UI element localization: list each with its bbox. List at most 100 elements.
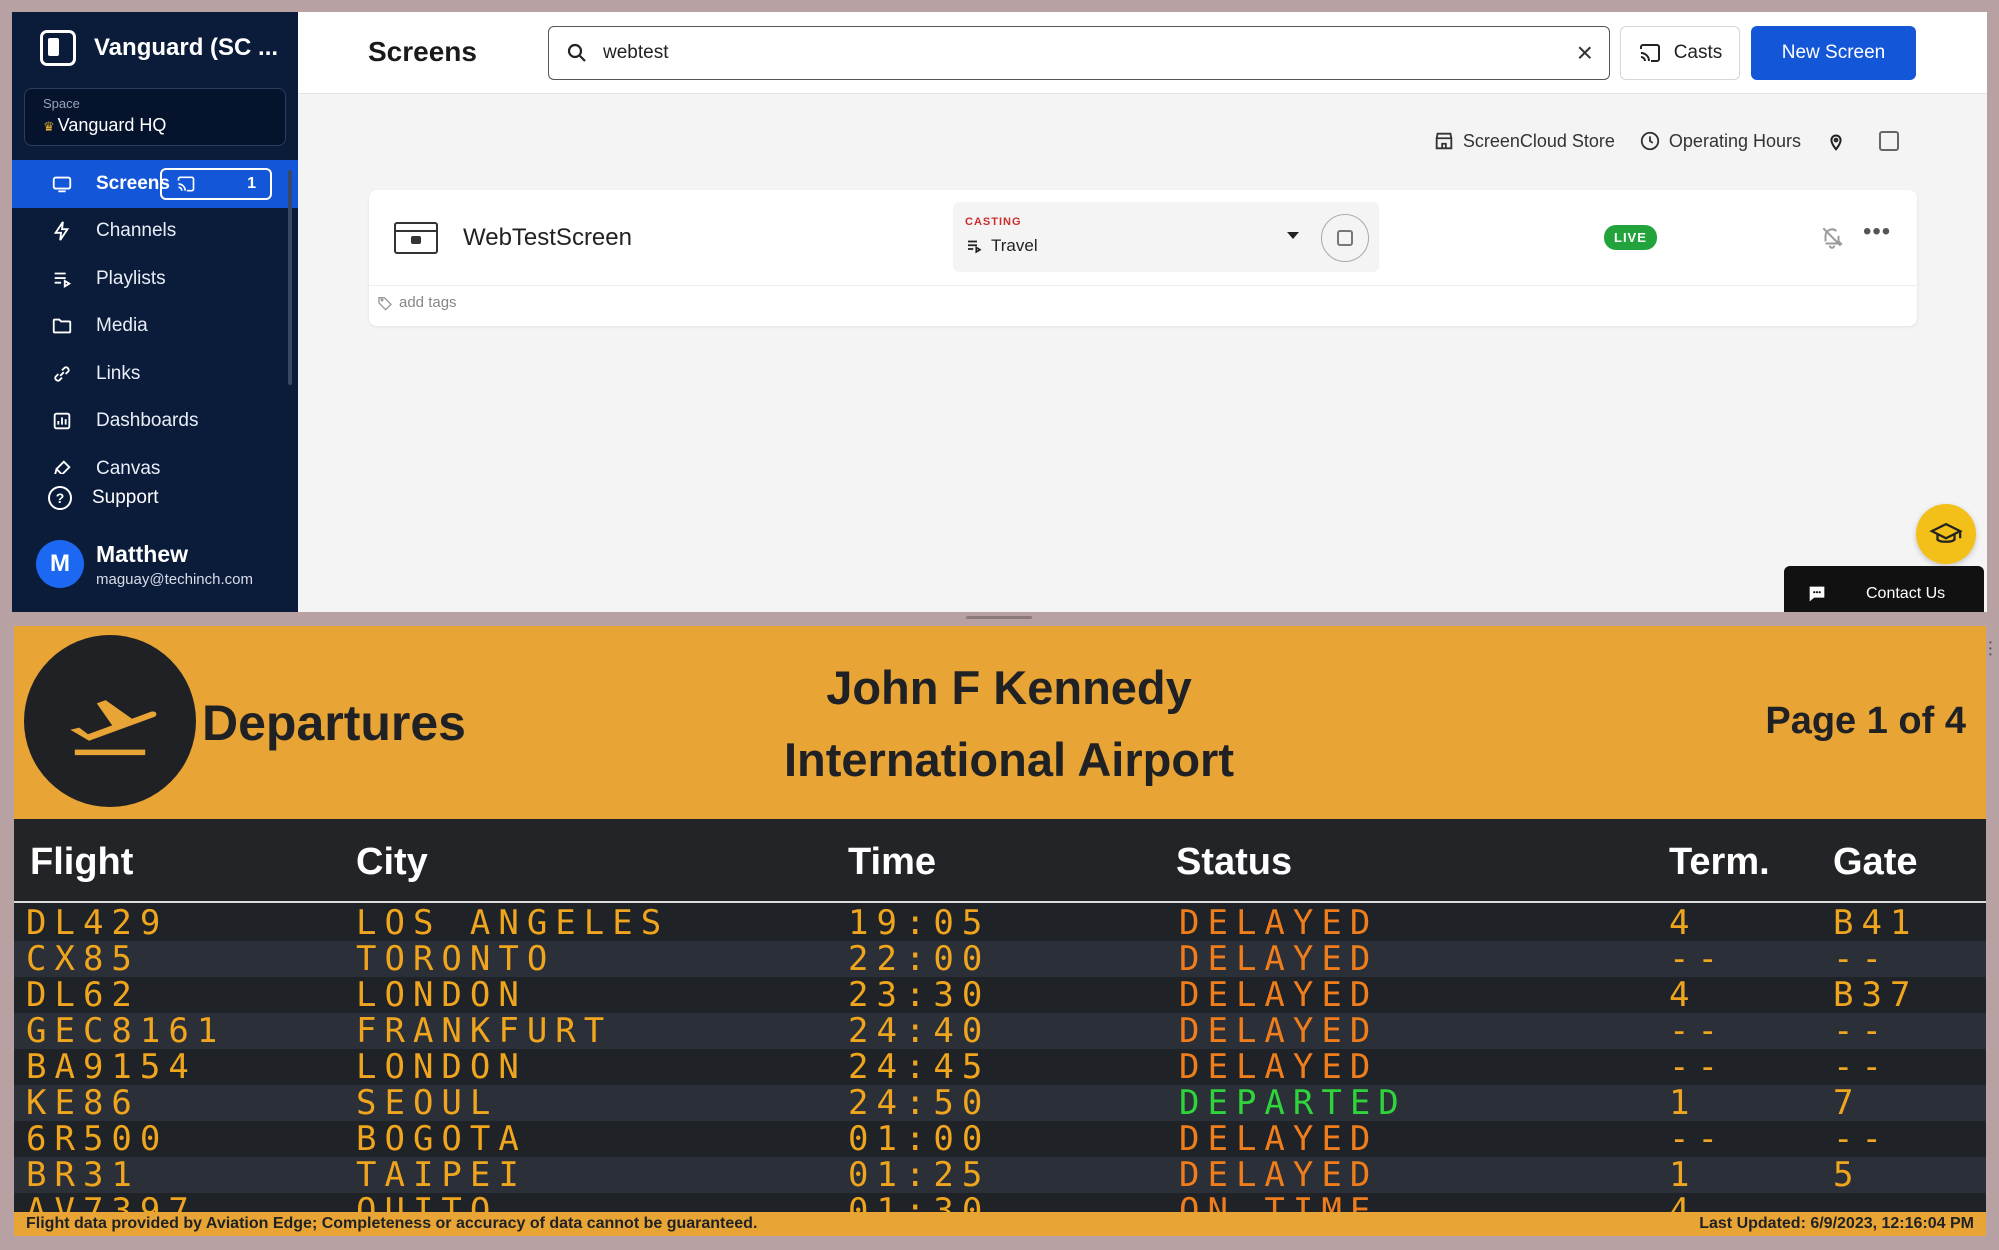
flight-status-cell: DELAYED: [1179, 1047, 1379, 1087]
store-label: ScreenCloud Store: [1462, 130, 1615, 151]
cast-icon: [1639, 44, 1660, 62]
sidebar-item-links[interactable]: Links: [12, 350, 298, 398]
sidebar-item-channels[interactable]: Channels: [12, 208, 298, 256]
flight-flight-cell: BR31: [26, 1155, 140, 1195]
sidebar-item-label: Canvas: [96, 457, 161, 474]
folder-icon: [50, 314, 74, 338]
screen-card[interactable]: WebTestScreen CASTING Travel LIVE ••• ad…: [369, 190, 1917, 326]
board-header: Departures John F Kennedy International …: [14, 626, 1986, 819]
location-pin-button[interactable]: [1825, 130, 1855, 152]
academy-button[interactable]: [1916, 504, 1976, 564]
notifications-off-icon[interactable]: [1819, 224, 1845, 250]
flight-time-cell: 01:25: [848, 1155, 991, 1195]
flight-time-cell: 23:30: [848, 975, 991, 1015]
clear-search-icon[interactable]: ×: [1577, 39, 1593, 67]
table-row: KE86 SEOUL 24:50 DEPARTED 1 7: [14, 1085, 1986, 1121]
sidebar-item-screens[interactable]: Screens 1: [12, 160, 298, 208]
casts-button[interactable]: Casts: [1620, 26, 1740, 80]
flight-time-cell: 22:00: [848, 939, 991, 979]
flight-status-cell: DEPARTED: [1179, 1083, 1407, 1123]
airport-name: John F Kennedy International Airport: [514, 652, 1504, 796]
sidebar-item-dashboards[interactable]: Dashboards: [12, 398, 298, 446]
add-tags[interactable]: add tags: [377, 294, 457, 311]
flight-status-cell: DELAYED: [1179, 939, 1379, 979]
table-row: CX85 TORONTO 22:00 DELAYED -- --: [14, 941, 1986, 977]
column-status: Status: [1176, 841, 1293, 883]
new-screen-button[interactable]: New Screen: [1751, 26, 1916, 80]
flight-term-cell: --: [1669, 1119, 1726, 1159]
flight-gate-cell: B37: [1833, 975, 1919, 1015]
chevron-down-icon[interactable]: [1287, 232, 1299, 239]
screen-name[interactable]: WebTestScreen: [463, 224, 632, 252]
org-switcher[interactable]: Vanguard (SC ...: [40, 30, 278, 66]
flight-flight-cell: BA9154: [26, 1047, 197, 1087]
sidebar-item-label: Screens: [96, 172, 170, 194]
departures-board: Departures John F Kennedy International …: [14, 626, 1986, 1236]
toolbar: ScreenCloud Store Operating Hours: [1433, 130, 1899, 152]
sidebar-item-playlists[interactable]: Playlists: [12, 255, 298, 303]
sidebar-item-label: Channels: [96, 220, 177, 242]
flight-city-cell: LONDON: [356, 975, 527, 1015]
column-time: Time: [848, 841, 937, 883]
cast-count-badge[interactable]: 1: [160, 168, 272, 200]
flight-status-cell: DELAYED: [1179, 1155, 1379, 1195]
space-selector[interactable]: Space ♛ Vanguard HQ: [24, 88, 286, 146]
flight-term-cell: 1: [1669, 1083, 1698, 1123]
flight-gate-cell: B41: [1833, 905, 1919, 943]
chat-bubble-icon: [1809, 586, 1825, 602]
user-profile[interactable]: M Matthew maguay@techinch.com: [36, 540, 253, 588]
flight-term-cell: 1: [1669, 1155, 1698, 1195]
airport-line-1: John F Kennedy: [826, 661, 1192, 714]
screen-device-icon: [394, 222, 438, 254]
contact-us-button[interactable]: Contact Us: [1784, 566, 1984, 612]
support-label: Support: [92, 487, 159, 508]
column-gate: Gate: [1833, 841, 1918, 883]
flight-list: DL429 LOS ANGELES 19:05 DELAYED 4 B41 CX85 TORO…: [14, 905, 1986, 1220]
avatar: M: [36, 540, 84, 588]
clock-icon: [1640, 131, 1660, 151]
table-header: Flight City Time Status Term. Gate: [14, 819, 1986, 903]
sidebar-item-media[interactable]: Media: [12, 303, 298, 351]
flight-time-cell: 01:00: [848, 1119, 991, 1159]
search-input[interactable]: [603, 42, 1577, 64]
flight-time-cell: 24:45: [848, 1047, 991, 1087]
board-footer: Flight data provided by Aviation Edge; C…: [14, 1212, 1986, 1236]
flight-city-cell: LONDON: [356, 1047, 527, 1087]
flight-city-cell: FRANKFURT: [356, 1011, 613, 1051]
main-content: ScreenCloud Store Operating Hours WebTes…: [298, 94, 1987, 612]
resize-handle[interactable]: [966, 616, 1032, 619]
flight-gate-cell: 7: [1833, 1083, 1862, 1123]
sidebar-nav: Screens 1 Channels Playlists Media Links…: [12, 160, 298, 474]
cast-count: 1: [247, 175, 256, 192]
sidebar-scrollbar[interactable]: [288, 170, 292, 385]
location-pin-icon: [1830, 134, 1842, 151]
table-row: DL429 LOS ANGELES 19:05 DELAYED 4 B41: [14, 905, 1986, 941]
window-drag-dots[interactable]: • • •: [1989, 639, 1993, 659]
flight-city-cell: SEOUL: [356, 1083, 499, 1123]
more-options-icon[interactable]: •••: [1863, 218, 1891, 246]
cast-icon: [177, 176, 195, 192]
screencloud-store-link[interactable]: ScreenCloud Store: [1433, 130, 1615, 152]
table-row: DL62 LONDON 23:30 DELAYED 4 B37: [14, 977, 1986, 1013]
org-name: Vanguard (SC ...: [94, 34, 279, 61]
flight-gate-cell: 5: [1833, 1155, 1862, 1195]
user-name: Matthew: [96, 540, 188, 567]
airport-line-2: International Airport: [784, 733, 1234, 786]
operating-hours-link[interactable]: Operating Hours: [1639, 130, 1801, 152]
casting-selector[interactable]: CASTING Travel: [953, 202, 1379, 272]
last-updated: Last Updated: 6/9/2023, 12:16:04 PM: [1699, 1215, 1974, 1232]
casting-value: Travel: [991, 236, 1038, 255]
support-link[interactable]: ? Support: [48, 486, 159, 510]
flight-gate-cell: --: [1833, 1047, 1890, 1087]
flight-city-cell: LOS ANGELES: [356, 905, 670, 943]
flight-status-cell: DELAYED: [1179, 905, 1379, 943]
table-row: BA9154 LONDON 24:45 DELAYED -- --: [14, 1049, 1986, 1085]
space-label: Space: [43, 96, 80, 111]
sidebar-item-canvas[interactable]: Canvas: [12, 445, 298, 474]
column-terminal: Term.: [1669, 841, 1770, 883]
stop-cast-button[interactable]: [1321, 214, 1369, 262]
dashboard-icon: [50, 409, 74, 433]
flight-flight-cell: KE86: [26, 1083, 140, 1123]
lightning-icon: [50, 219, 74, 243]
select-all-checkbox[interactable]: [1879, 131, 1899, 151]
